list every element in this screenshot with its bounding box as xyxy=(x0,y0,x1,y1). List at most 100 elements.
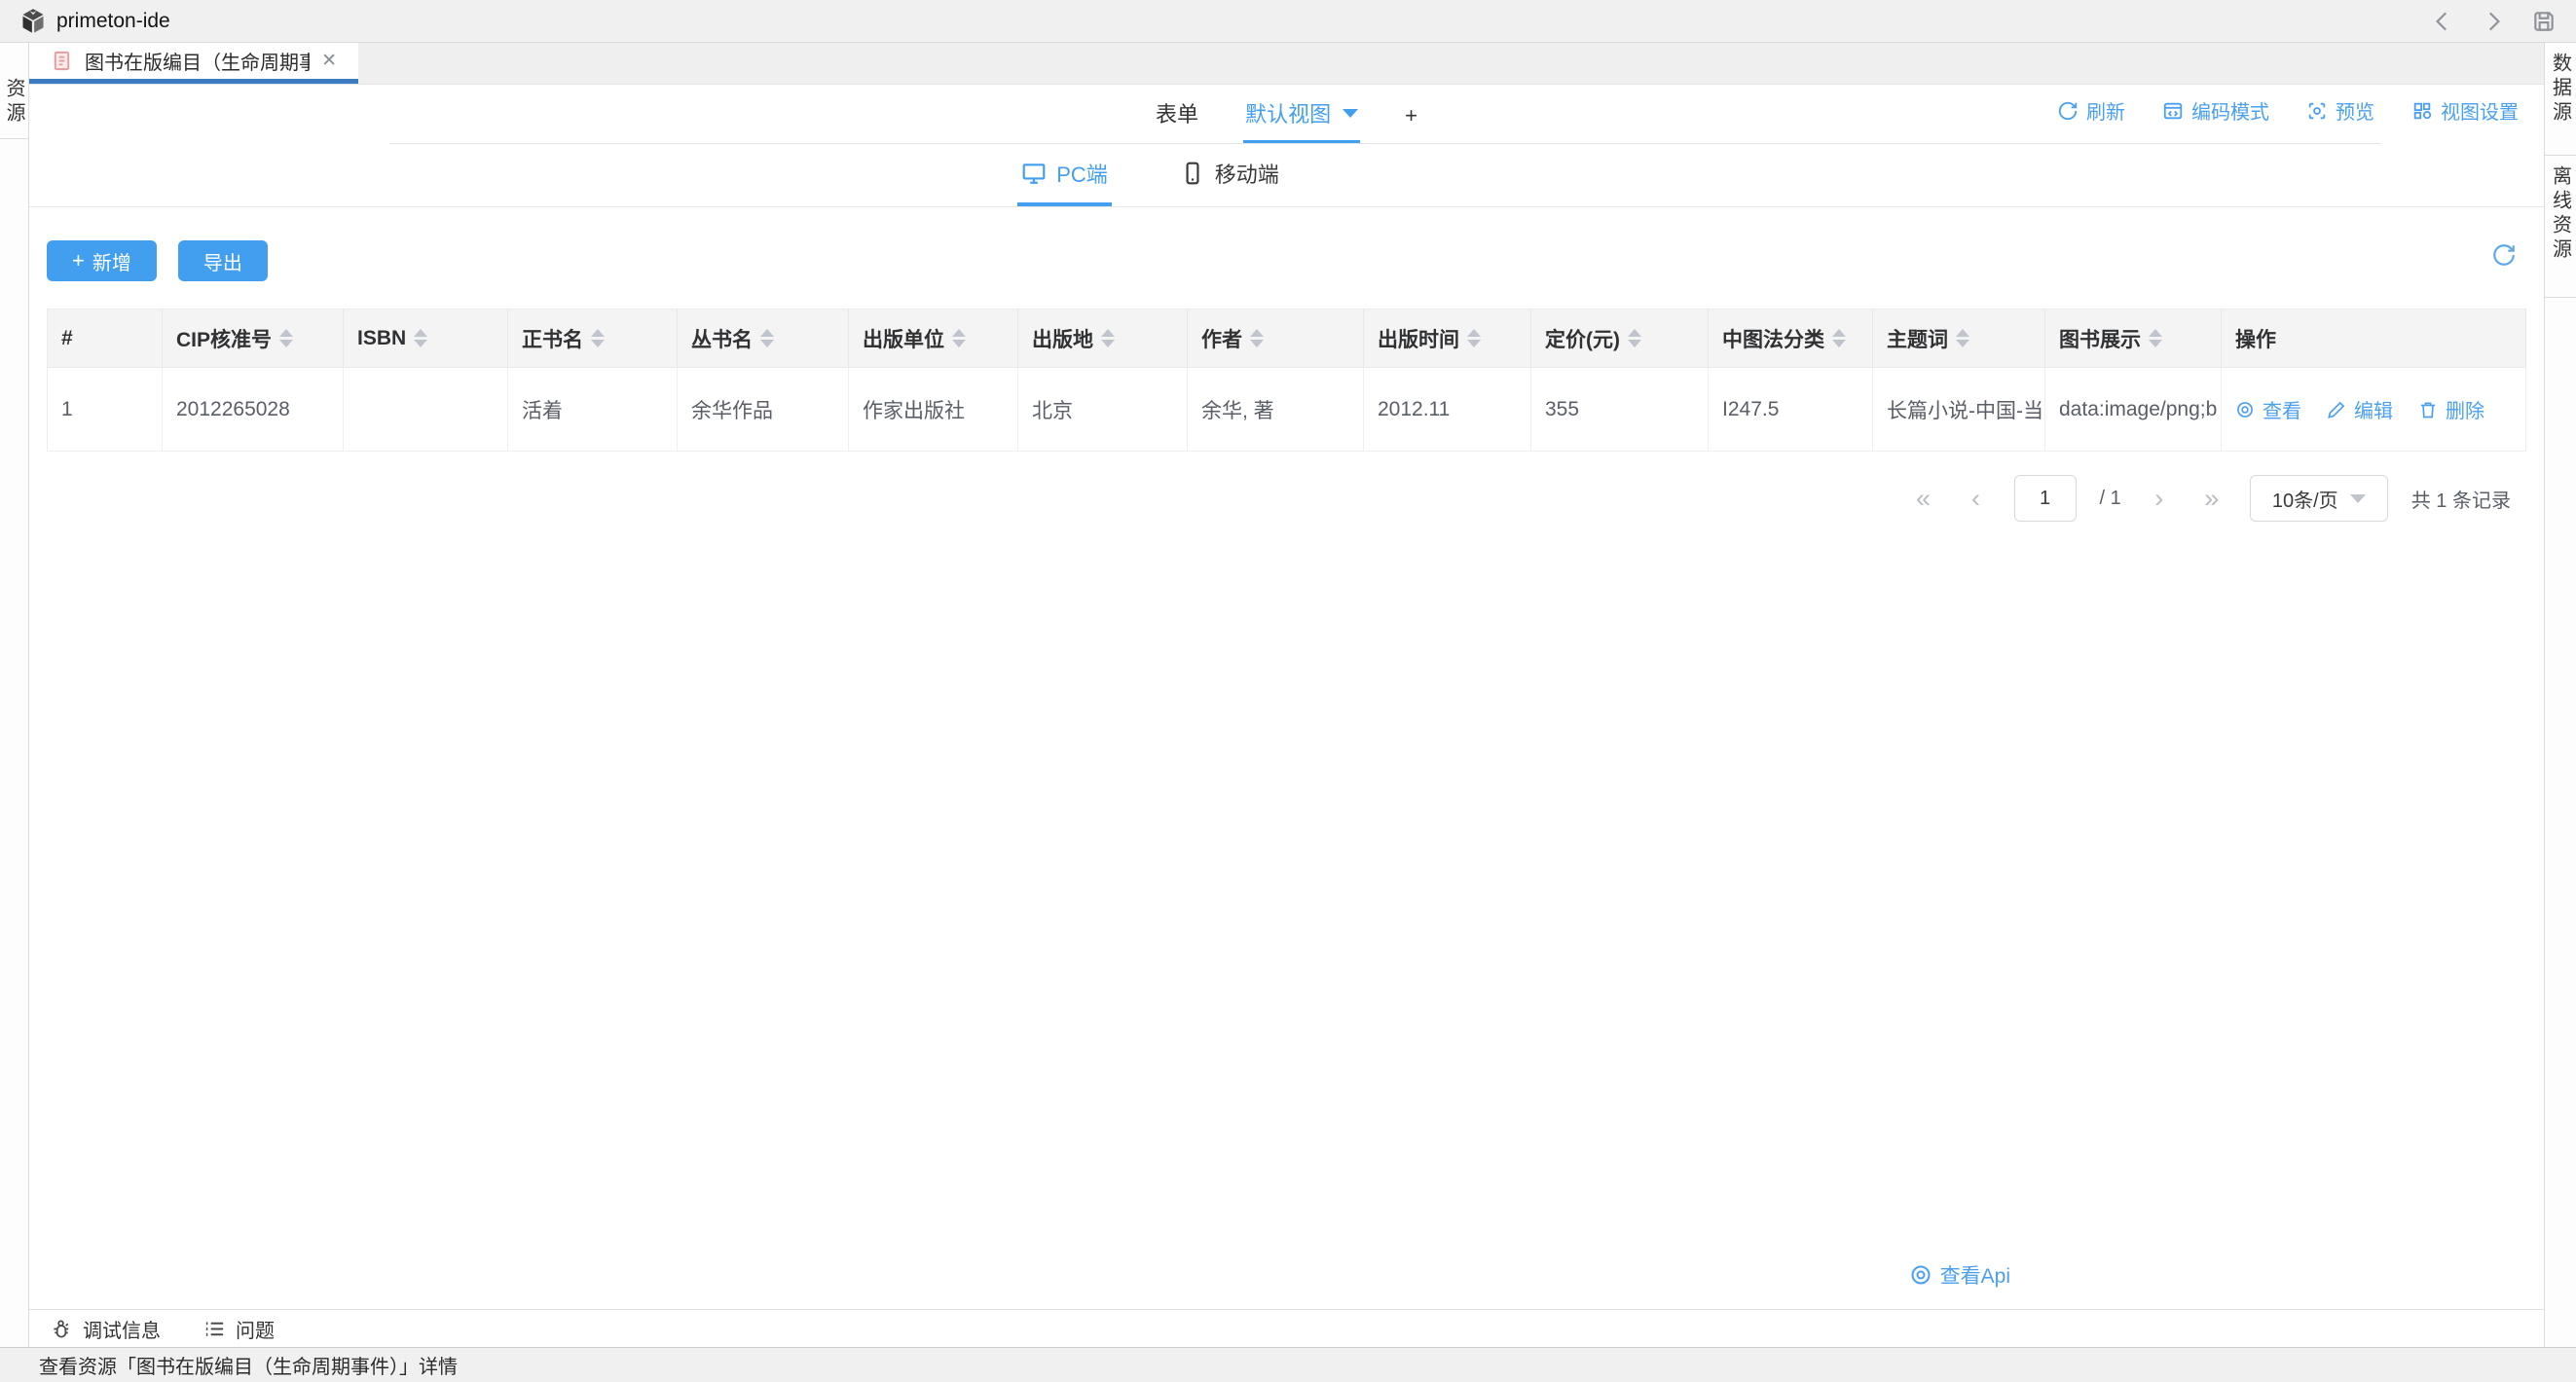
delete-row-button[interactable]: 删除 xyxy=(2418,395,2484,423)
col-header-title[interactable]: 正书名 xyxy=(508,309,678,368)
col-header-cip[interactable]: CIP核准号 xyxy=(163,309,344,368)
cell-author: 余华, 著 xyxy=(1188,368,1364,452)
problems-button[interactable]: 问题 xyxy=(203,1315,275,1343)
col-header-index: # xyxy=(48,309,163,368)
cell-series: 余华作品 xyxy=(678,368,849,452)
status-message: 查看资源「图书在版编目（生命周期事件）」详情 xyxy=(39,1351,458,1379)
col-header-place[interactable]: 出版地 xyxy=(1018,309,1188,368)
page-number-input[interactable] xyxy=(2014,475,2077,522)
prev-page-icon[interactable]: ‹ xyxy=(1962,486,1991,512)
back-icon[interactable] xyxy=(2430,9,2455,34)
cell-image: data:image/png;b xyxy=(2045,368,2222,452)
data-table: # CIP核准号 ISBN 正书名 丛书名 出版单位 出版地 作者 出版时间 定… xyxy=(47,309,2526,452)
refresh-icon xyxy=(2057,100,2079,122)
tab-default-view[interactable]: 默认视图 xyxy=(1243,84,1360,144)
record-count-label: 共 1 条记录 xyxy=(2411,485,2511,513)
grid-actions-row: + 新增 导出 xyxy=(47,240,2526,281)
view-api-button[interactable]: 查看Api xyxy=(1909,1260,2010,1290)
status-bar: 查看资源「图书在版编目（生命周期事件）」详情 xyxy=(0,1347,2576,1382)
cell-publisher: 作家出版社 xyxy=(849,368,1018,452)
sort-icon[interactable] xyxy=(279,329,293,347)
forward-icon[interactable] xyxy=(2481,9,2506,34)
add-view-tab-button[interactable]: + xyxy=(1403,90,1419,144)
edit-row-button[interactable]: 编辑 xyxy=(2327,395,2393,423)
sidebar-item-resources[interactable]: 资源 xyxy=(0,43,28,139)
first-page-icon[interactable]: « xyxy=(1909,486,1938,512)
cell-index: 1 xyxy=(48,368,163,452)
tab-book-cip[interactable]: 图书在版编目（生命周期事件） ✕ xyxy=(29,43,358,84)
right-sidebar: 数据源 离线资源 xyxy=(2544,43,2576,1347)
tab-form[interactable]: 表单 xyxy=(1154,84,1200,144)
eye-icon xyxy=(2235,400,2255,419)
bottom-panel-bar: 调试信息 问题 xyxy=(29,1309,2544,1347)
smartphone-icon xyxy=(1180,161,1205,186)
refresh-button[interactable]: 刷新 xyxy=(2057,96,2125,125)
cell-title: 活着 xyxy=(508,368,678,452)
left-sidebar: 资源 xyxy=(0,43,29,1347)
chevron-down-icon xyxy=(2350,494,2366,503)
table-header-row: # CIP核准号 ISBN 正书名 丛书名 出版单位 出版地 作者 出版时间 定… xyxy=(48,309,2526,368)
col-header-clc[interactable]: 中图法分类 xyxy=(1709,309,1873,368)
tab-title: 图书在版编目（生命周期事件） xyxy=(85,47,310,75)
offline-resources-panel-label: 离线资源 xyxy=(2547,156,2575,297)
debug-info-button[interactable]: 调试信息 xyxy=(51,1315,161,1343)
sort-icon[interactable] xyxy=(760,329,774,347)
close-tab-icon[interactable]: ✕ xyxy=(321,50,337,72)
view-row-button[interactable]: 查看 xyxy=(2235,395,2301,423)
form-document-icon xyxy=(51,50,73,72)
sort-icon[interactable] xyxy=(2149,329,2162,347)
trash-icon xyxy=(2418,400,2438,419)
chevron-down-icon[interactable] xyxy=(1343,109,1358,118)
last-page-icon[interactable]: » xyxy=(2197,486,2226,512)
col-header-isbn[interactable]: ISBN xyxy=(344,309,508,368)
code-mode-button[interactable]: 编码模式 xyxy=(2162,96,2269,125)
sidebar-item-offline-resources[interactable]: 离线资源 xyxy=(2545,156,2576,298)
sidebar-item-data-source[interactable]: 数据源 xyxy=(2545,43,2576,156)
sort-icon[interactable] xyxy=(414,329,427,347)
page-size-select[interactable]: 10条/页 xyxy=(2250,475,2388,522)
sort-icon[interactable] xyxy=(591,329,605,347)
sort-icon[interactable] xyxy=(1832,329,1846,347)
total-pages-label: / 1 xyxy=(2100,488,2121,510)
pencil-icon xyxy=(2327,400,2346,419)
sort-icon[interactable] xyxy=(1956,329,1969,347)
tab-pc[interactable]: PC端 xyxy=(1017,144,1112,206)
app-title: primeton-ide xyxy=(56,10,170,33)
export-button[interactable]: 导出 xyxy=(178,240,268,281)
col-header-pubdate[interactable]: 出版时间 xyxy=(1364,309,1531,368)
col-header-actions: 操作 xyxy=(2222,309,2526,368)
monitor-icon xyxy=(1021,161,1047,186)
add-button[interactable]: + 新增 xyxy=(47,240,157,281)
cell-price: 355 xyxy=(1531,368,1709,452)
document-tab-strip: 图书在版编目（生命周期事件） ✕ xyxy=(29,43,2544,85)
pagination: « ‹ / 1 › » 10条/页 共 1 条记录 xyxy=(47,475,2526,522)
view-settings-button[interactable]: 视图设置 xyxy=(2411,96,2519,125)
col-header-price[interactable]: 定价(元) xyxy=(1531,309,1709,368)
col-header-series[interactable]: 丛书名 xyxy=(678,309,849,368)
view-toolbar: 表单 默认视图 + 刷新 编码模式 xyxy=(29,85,2544,144)
title-bar: primeton-ide xyxy=(0,0,2576,43)
view-settings-icon xyxy=(2411,100,2433,122)
app-logo-icon xyxy=(19,8,47,35)
col-header-author[interactable]: 作者 xyxy=(1188,309,1364,368)
sort-icon[interactable] xyxy=(1467,329,1481,347)
eye-icon xyxy=(1909,1263,1932,1287)
sort-icon[interactable] xyxy=(1250,329,1264,347)
preview-icon xyxy=(2306,100,2328,122)
next-page-icon[interactable]: › xyxy=(2145,486,2174,512)
resources-panel-label: 资源 xyxy=(0,66,28,138)
col-header-publisher[interactable]: 出版单位 xyxy=(849,309,1018,368)
bug-icon xyxy=(51,1318,73,1340)
col-header-subject[interactable]: 主题词 xyxy=(1873,309,2045,368)
sort-icon[interactable] xyxy=(1101,329,1115,347)
cell-subject: 长篇小说-中国-当 xyxy=(1873,368,2045,452)
grid-refresh-icon[interactable] xyxy=(2491,242,2517,268)
save-icon[interactable] xyxy=(2531,9,2557,34)
sort-icon[interactable] xyxy=(952,329,966,347)
cell-place: 北京 xyxy=(1018,368,1188,452)
tab-mobile[interactable]: 移动端 xyxy=(1176,144,1283,206)
cell-isbn xyxy=(344,368,508,452)
col-header-image[interactable]: 图书展示 xyxy=(2045,309,2222,368)
preview-button[interactable]: 预览 xyxy=(2306,96,2374,125)
sort-icon[interactable] xyxy=(1628,329,1641,347)
